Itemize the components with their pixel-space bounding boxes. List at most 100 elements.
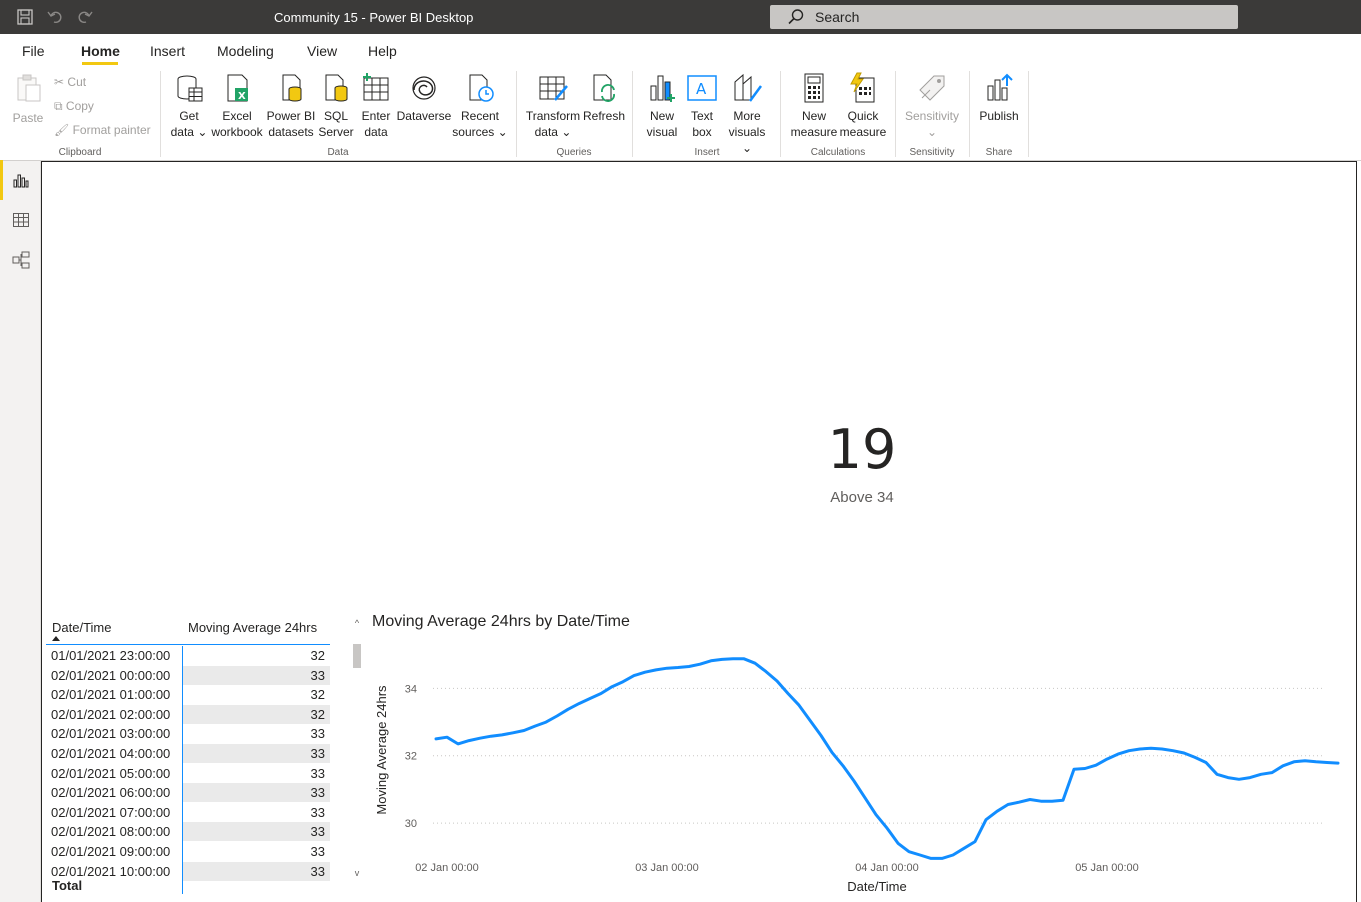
publish-button[interactable]: Publish (976, 72, 1022, 124)
table-grid-icon (363, 73, 389, 101)
cell-moving-average: 33 (310, 844, 325, 859)
paste-icon (17, 74, 41, 102)
cell-datetime: 02/01/2021 02:00:00 (51, 706, 171, 722)
cell-datetime: 02/01/2021 01:00:00 (51, 687, 171, 703)
copy-button[interactable]: ⧉ Copy (54, 99, 94, 114)
y-tick-label: 30 (405, 818, 417, 830)
table-visual[interactable]: Date/Time Moving Average 24hrs 01/01/202… (46, 612, 364, 896)
redo-icon[interactable] (76, 8, 94, 26)
chevron-down-icon: ⌄ (926, 125, 938, 139)
table-row[interactable]: 02/01/2021 04:00:00 33 (46, 744, 330, 764)
save-icon[interactable] (16, 8, 34, 26)
copy-icon: ⧉ (54, 99, 63, 113)
datasets-label-1: Power BI (266, 109, 316, 123)
column-header-moving-average[interactable]: Moving Average 24hrs (188, 620, 317, 635)
card-value: 19 (827, 418, 897, 481)
cell-datetime: 02/01/2021 07:00:00 (51, 804, 171, 820)
share-group-label: Share (985, 147, 1013, 158)
undo-icon[interactable] (46, 8, 64, 26)
transform-data-button[interactable]: Transform data ⌄ (524, 72, 582, 140)
table-row[interactable]: 02/01/2021 09:00:00 33 (46, 842, 330, 862)
search-input[interactable]: Search (770, 5, 1238, 29)
text-box-button[interactable]: A Text box (684, 72, 720, 140)
report-view-icon[interactable] (12, 171, 30, 189)
menu-insert[interactable]: Insert (150, 43, 185, 59)
x-tick-label: 05 Jan 00:00 (1075, 862, 1139, 874)
menu-view[interactable]: View (307, 43, 337, 59)
table-row[interactable]: 02/01/2021 06:00:00 33 (46, 783, 330, 803)
x-tick-label: 02 Jan 00:00 (415, 862, 479, 874)
get-data-button[interactable]: Get data ⌄ (168, 72, 210, 140)
new-measure-label-1: New (801, 109, 826, 123)
more-visuals-icon (734, 73, 763, 102)
publish-label: Publish (979, 109, 1019, 123)
cell-datetime: 02/01/2021 09:00:00 (51, 844, 171, 859)
model-view-icon[interactable] (12, 251, 30, 269)
insert-group-label: Insert (694, 147, 720, 158)
more-visuals-label-1: More (733, 109, 761, 123)
quick-measure-button[interactable]: Quick measure (838, 72, 888, 140)
table-row[interactable]: 02/01/2021 08:00:00 33 (46, 822, 330, 842)
get-data-label-2: data (170, 125, 194, 139)
search-placeholder: Search (815, 9, 860, 25)
cell-datetime: 02/01/2021 06:00:00 (51, 785, 171, 801)
data-view-icon[interactable] (12, 211, 30, 229)
column-header-datetime[interactable]: Date/Time (52, 620, 111, 635)
window-title: Community 15 - Power BI Desktop (274, 10, 474, 25)
table-row[interactable]: 02/01/2021 05:00:00 33 (46, 764, 330, 784)
power-bi-datasets-button[interactable]: Power BI datasets (266, 72, 316, 140)
cell-moving-average: 32 (310, 648, 325, 663)
table-row[interactable]: 02/01/2021 07:00:00 33 (46, 803, 330, 823)
refresh-button[interactable]: Refresh (582, 72, 626, 124)
table-scrollbar[interactable]: ^ v (352, 618, 362, 880)
menu-file[interactable]: File (22, 43, 45, 59)
refresh-label: Refresh (582, 109, 626, 123)
menu-home[interactable]: Home (81, 43, 120, 59)
refresh-icon (593, 74, 615, 102)
scrollbar-thumb[interactable] (353, 644, 361, 668)
excel-label-2: workbook (211, 125, 263, 139)
table-row[interactable]: 02/01/2021 10:00:00 33 (46, 861, 330, 882)
quick-measure-icon (850, 72, 875, 103)
table-row[interactable]: 02/01/2021 03:00:00 33 (46, 724, 330, 744)
cell-moving-average: 33 (310, 765, 325, 781)
cut-button[interactable]: ✂ Cut (54, 75, 86, 89)
recent-sources-button[interactable]: Recent sources ⌄ (452, 72, 508, 140)
excel-workbook-button[interactable]: X Excel workbook (210, 72, 264, 140)
new-visual-label-2: visual (646, 125, 678, 139)
ribbon: Paste ✂ Cut ⧉ Copy 🖌 Format painter Clip… (0, 66, 1361, 161)
scroll-down-icon[interactable]: v (352, 868, 362, 878)
new-visual-button[interactable]: New visual (640, 72, 684, 140)
dataverse-button[interactable]: Dataverse (396, 72, 452, 124)
enter-data-button[interactable]: Enter data (356, 72, 396, 140)
total-row-label: Total (52, 878, 83, 893)
transform-icon (539, 76, 568, 101)
transform-label-1: Transform (525, 109, 581, 123)
dataverse-label: Dataverse (396, 109, 452, 123)
sql-label-2: Server (318, 125, 354, 139)
more-visuals-button[interactable]: More visuals ⌄ (722, 72, 772, 156)
cell-moving-average: 33 (183, 822, 330, 842)
format-painter-button[interactable]: 🖌 Format painter (54, 123, 151, 137)
sql-server-button[interactable]: SQL Server (316, 72, 356, 140)
table-row[interactable]: 02/01/2021 01:00:00 32 (46, 685, 330, 705)
cell-moving-average: 33 (183, 665, 330, 685)
table-row[interactable]: 01/01/2021 23:00:00 32 (46, 646, 330, 666)
menu-help[interactable]: Help (368, 43, 397, 59)
table-row[interactable]: 02/01/2021 00:00:00 33 (46, 665, 330, 686)
quick-measure-label-2: measure (839, 125, 887, 139)
cell-moving-average: 32 (310, 687, 325, 703)
scroll-up-icon[interactable]: ^ (352, 618, 362, 628)
line-chart[interactable]: 30 32 34 02 Jan 00:00 03 Jan 00:00 04 Jan 00:… (365, 640, 1340, 898)
cell-datetime: 02/01/2021 05:00:00 (51, 765, 171, 781)
queries-group-label: Queries (556, 147, 592, 158)
sensitivity-button[interactable]: Sensitivity ⌄ (902, 72, 962, 140)
paste-button[interactable]: Paste (8, 72, 48, 126)
table-row[interactable]: 02/01/2021 02:00:00 32 (46, 704, 330, 725)
active-tab-indicator (82, 62, 118, 65)
calculations-group-label: Calculations (810, 147, 866, 158)
group-separator (516, 71, 517, 157)
recent-label-1: Recent (460, 109, 500, 123)
new-measure-button[interactable]: New measure (788, 72, 840, 140)
menu-modeling[interactable]: Modeling (217, 43, 274, 59)
